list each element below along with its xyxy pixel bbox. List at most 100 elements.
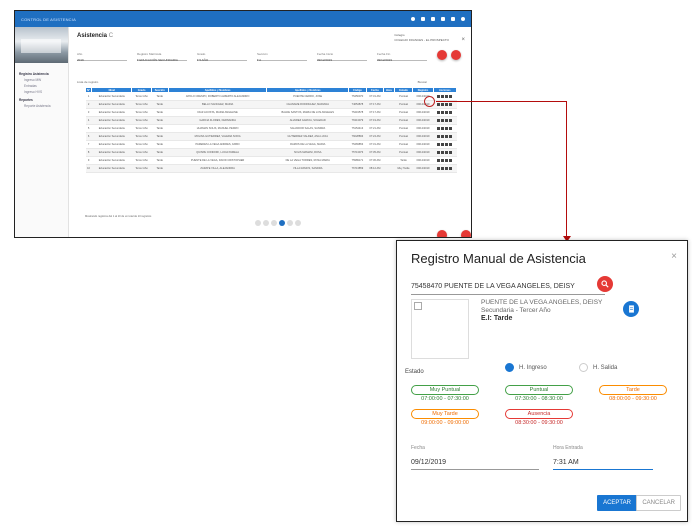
page-dot[interactable] [263, 220, 269, 226]
back-button[interactable] [437, 230, 447, 237]
table-row: 4 Educación Secundaria Tercer Año Tarde GARC… [85, 116, 457, 125]
filter-field[interactable]: Sección ▾ A [257, 51, 307, 62]
page-dot[interactable] [271, 220, 277, 226]
table-cell: Puntual [394, 124, 413, 133]
check-icon[interactable] [441, 166, 445, 170]
filter-field[interactable]: Año 2019 [77, 51, 127, 62]
page-dot[interactable] [287, 220, 293, 226]
view-icon[interactable] [445, 158, 449, 162]
student-search-button[interactable] [597, 276, 613, 292]
status-chip[interactable]: Muy Tarde [411, 409, 479, 419]
search-button[interactable] [437, 50, 447, 60]
check-icon[interactable] [441, 134, 445, 138]
check-icon[interactable] [441, 126, 445, 130]
edit-icon[interactable] [437, 118, 441, 122]
close-icon[interactable]: × [461, 37, 465, 43]
delete-icon[interactable] [449, 142, 453, 146]
filter-value: 09/12/2019 [317, 58, 333, 62]
table-cell: 76313079 [348, 116, 367, 125]
sidebar-item[interactable]: Ingreso HVS [19, 89, 64, 95]
school-value[interactable]: COLEGIO FRANCES - EL PROSPECTO [394, 38, 449, 43]
view-icon[interactable] [445, 110, 449, 114]
page-dot[interactable] [295, 220, 301, 226]
check-icon[interactable] [441, 142, 445, 146]
radio-salida[interactable]: H. Salida [579, 363, 617, 372]
delete-icon[interactable] [449, 158, 453, 162]
page-dot[interactable] [279, 220, 285, 226]
dialog-close-icon[interactable]: × [671, 251, 677, 262]
page-dot[interactable] [255, 220, 261, 226]
table-cell: Tarde [151, 132, 169, 141]
cancel-button[interactable]: CANCELAR [636, 495, 681, 511]
view-icon[interactable] [445, 118, 449, 122]
edit-icon[interactable] [437, 150, 441, 154]
check-icon[interactable] [441, 110, 445, 114]
delete-icon[interactable] [449, 118, 453, 122]
accept-button[interactable]: ACEPTAR [597, 495, 637, 511]
view-icon[interactable] [445, 102, 449, 106]
delete-icon[interactable] [449, 126, 453, 130]
delete-icon[interactable] [449, 166, 453, 170]
edit-icon[interactable] [437, 110, 441, 114]
edit-icon[interactable] [437, 142, 441, 146]
mail-icon[interactable] [441, 17, 445, 21]
check-icon[interactable] [441, 150, 445, 154]
status-chip[interactable]: Tarde [599, 385, 667, 395]
table-cell: Tarde [151, 156, 169, 165]
view-icon[interactable] [445, 166, 449, 170]
student-search-input[interactable]: 75458470 PUENTE DE LA VEGA ANGELES, DEIS… [411, 279, 605, 295]
delete-icon[interactable] [449, 150, 453, 154]
filter-field[interactable]: Registro Matrícula ▾ EDUCACIÓN SECUNDARIA [137, 51, 187, 62]
table-search-input[interactable]: Buscar [418, 80, 427, 84]
view-icon[interactable] [445, 134, 449, 138]
delete-icon[interactable] [449, 134, 453, 138]
hora-input[interactable]: 7:31 AM [553, 459, 653, 470]
radio-ingreso[interactable]: H. Ingreso [505, 363, 547, 372]
user-icon[interactable] [451, 17, 455, 21]
view-icon[interactable] [445, 94, 449, 98]
student-photo [411, 299, 469, 359]
status-chip[interactable]: Muy Puntual [411, 385, 479, 395]
view-icon[interactable] [445, 142, 449, 146]
table-cell: GUTIERREZ VALDEZ, ANA LUCIA [266, 132, 349, 141]
table-cell: Educación Secundaria [91, 156, 132, 165]
check-icon[interactable] [441, 94, 445, 98]
edit-icon[interactable] [437, 126, 441, 130]
refresh-icon[interactable]: C [109, 33, 113, 39]
status-chip[interactable]: Ausencia [505, 409, 573, 419]
filter-field[interactable]: Fecha Fin 09/12/2019 [377, 51, 427, 62]
view-icon[interactable] [445, 150, 449, 154]
settings-icon[interactable] [431, 17, 435, 21]
check-icon[interactable] [441, 102, 445, 106]
filter-field[interactable]: Fecha Inicio 09/12/2019 [317, 51, 367, 62]
edit-icon[interactable] [437, 166, 441, 170]
delete-icon[interactable] [449, 94, 453, 98]
row-actions [433, 164, 457, 173]
table-cell: SALVADOR SALAS, SANDRA [266, 124, 349, 133]
table-cell: VILLA RAMOS, SANDRA [266, 164, 349, 173]
check-icon[interactable] [441, 118, 445, 122]
edit-icon[interactable] [437, 134, 441, 138]
filter-field[interactable]: Grado ▾ 5 AÑO [197, 51, 247, 62]
check-icon[interactable] [441, 158, 445, 162]
edit-icon[interactable] [437, 102, 441, 106]
next-button[interactable] [461, 230, 471, 237]
edit-icon[interactable] [437, 94, 441, 98]
grid-icon[interactable] [421, 17, 425, 21]
row-actions [433, 148, 457, 157]
delete-icon[interactable] [449, 110, 453, 114]
sidebar-item[interactable]: Reporte Asistencia [19, 103, 64, 109]
delete-icon[interactable] [449, 102, 453, 106]
edit-icon[interactable] [437, 158, 441, 162]
table-cell: 76028893 [348, 132, 367, 141]
student-level: Secundaria - Tercer Año [481, 307, 551, 314]
view-icon[interactable] [445, 126, 449, 130]
fecha-input[interactable]: 09/12/2019 [411, 459, 539, 470]
table-cell: Tercer Año [131, 100, 152, 109]
add-button[interactable] [451, 50, 461, 60]
student-info-button[interactable] [623, 301, 639, 317]
menu-icon[interactable] [461, 17, 465, 21]
manual-attendance-dialog: Registro Manual de Asistencia × 75458470… [396, 240, 688, 522]
status-chip[interactable]: Puntual [505, 385, 573, 395]
notification-icon[interactable] [411, 17, 415, 21]
